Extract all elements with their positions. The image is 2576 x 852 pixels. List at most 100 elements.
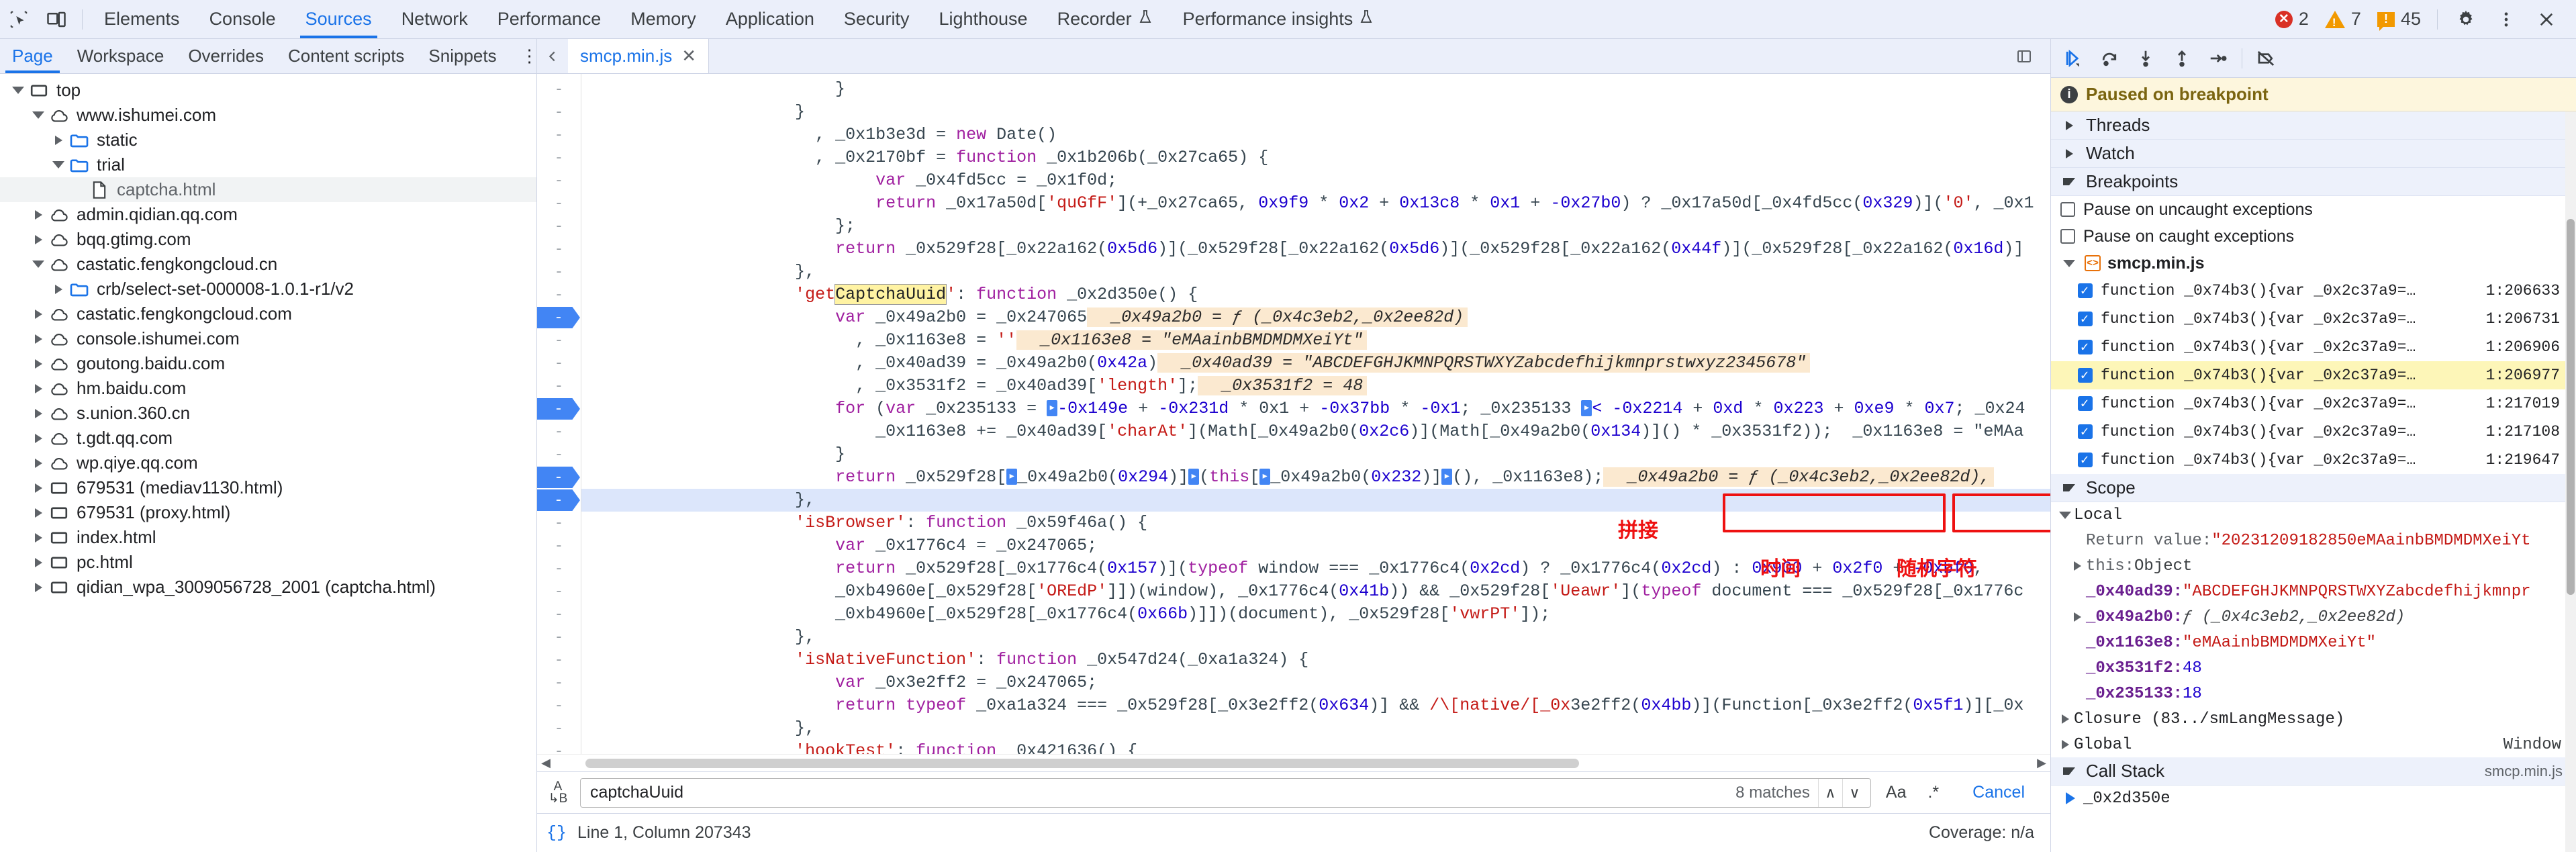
line-number[interactable]: - [537, 580, 581, 603]
tree-item[interactable]: castatic.fengkongcloud.com [0, 301, 536, 326]
tree-item[interactable]: index.html [0, 525, 536, 550]
line-number[interactable]: - [537, 124, 581, 146]
breakpoint-row[interactable]: function _0x74b3(){var _0x2c37a9=… 1:2069… [2051, 333, 2576, 361]
search-replace-icon[interactable]: A ↳B [544, 780, 572, 805]
code-line[interactable]: , _0x3531f2 = _0x40ad39['length']; _0x35… [581, 375, 2050, 397]
line-number[interactable]: - [537, 626, 581, 649]
chevron-down-icon[interactable] [9, 87, 27, 94]
breakpoint-checkbox[interactable] [2078, 338, 2093, 356]
breakpoint-marker[interactable]: - [537, 467, 580, 488]
tree-item[interactable]: hm.baidu.com [0, 376, 536, 401]
code-line[interactable]: _0x1163e8 += _0x40ad39['charAt'](Math[_0… [581, 420, 2050, 443]
step-over-next-function-call-icon[interactable] [2091, 43, 2128, 74]
warning-counter[interactable]: ! 7 [2318, 9, 2368, 30]
tab-console[interactable]: Console [195, 0, 291, 38]
line-number[interactable]: - [537, 169, 581, 192]
settings-gear-icon[interactable] [2447, 5, 2485, 34]
scope-entry[interactable]: _0x235133: 18 [2051, 681, 2576, 706]
code-line[interactable]: return _0x529f28[_0x22a162(0x5d6)](_0x52… [581, 238, 2050, 261]
step-out-of-current-function-icon[interactable] [2164, 43, 2200, 74]
close-icon[interactable]: ✕ [681, 46, 696, 66]
pretty-print-icon[interactable]: {} [546, 823, 577, 843]
code-line[interactable]: , _0x2170bf = function _0x1b206b(_0x27ca… [581, 146, 2050, 169]
tab-memory[interactable]: Memory [616, 0, 711, 38]
tree-item[interactable]: goutong.baidu.com [0, 351, 536, 376]
line-number[interactable]: - [537, 192, 581, 215]
line-number[interactable]: - [537, 603, 581, 626]
line-number[interactable]: - [537, 649, 581, 671]
line-number[interactable]: - [537, 329, 581, 352]
code-line[interactable]: }, [581, 261, 2050, 283]
section-scope[interactable]: Scope [2051, 474, 2576, 502]
horizontal-scroll-thumb[interactable] [585, 758, 1579, 768]
pause-uncaught-exceptions-row[interactable]: Pause on uncaught exceptions [2051, 196, 2576, 223]
section-call-stack[interactable]: Call Stack smcp.min.js [2051, 757, 2576, 786]
info-counter[interactable]: ! 45 [2371, 9, 2428, 31]
horizontal-scrollbar[interactable]: ◀ ▶ [537, 754, 2050, 771]
code-line[interactable]: _0xb4960e[_0x529f28[_0x1776c4(0x66b)]])(… [581, 603, 2050, 626]
chevron-right-icon[interactable] [30, 334, 47, 344]
code-line[interactable]: }, [581, 626, 2050, 649]
breakpoint-marker[interactable]: - [537, 307, 580, 328]
chevron-down-icon[interactable] [30, 261, 47, 268]
line-number[interactable]: - [537, 512, 581, 534]
breakpoint-marker[interactable]: - [537, 489, 580, 511]
line-number[interactable]: - [537, 443, 581, 466]
code-line[interactable]: var _0x4fd5cc = _0x1f0d; [581, 169, 2050, 192]
chevron-right-icon[interactable] [30, 508, 47, 518]
navigator-tab-overrides[interactable]: Overrides [176, 39, 276, 73]
chevron-right-icon[interactable] [30, 483, 47, 493]
line-number[interactable]: - [537, 534, 581, 557]
tree-item[interactable]: bqq.gtimg.com [0, 227, 536, 252]
search-input[interactable] [585, 783, 1736, 802]
scope-entry[interactable]: this: Object [2051, 553, 2576, 579]
line-number[interactable]: - [537, 283, 581, 306]
chevron-right-icon[interactable] [30, 532, 47, 542]
chevron-right-icon[interactable] [30, 582, 47, 592]
tree-item[interactable]: trial [0, 152, 536, 177]
code-line[interactable]: , _0x1163e8 = '' _0x1163e8 = "eMAainbBMD… [581, 329, 2050, 352]
breakpoint-checkbox[interactable] [2078, 451, 2093, 469]
code-line[interactable]: }, [581, 717, 2050, 740]
tab-lighthouse[interactable]: Lighthouse [924, 0, 1042, 38]
chevron-right-icon[interactable] [2068, 561, 2086, 571]
section-watch[interactable]: Watch [2051, 140, 2576, 168]
error-counter[interactable]: ✕ 2 [2269, 9, 2316, 30]
code-line[interactable]: _0xb4960e[_0x529f28['OREdP']])(window), … [581, 580, 2050, 603]
tab-recorder[interactable]: Recorder [1043, 0, 1168, 38]
breakpoint-row[interactable]: function _0x74b3(){var _0x2c37a9=… 1:2069… [2051, 361, 2576, 389]
line-number[interactable]: - [537, 261, 581, 283]
code-line[interactable]: 'getCaptchaUuid': function _0x2d350e() { [581, 283, 2050, 306]
scope-global-group[interactable]: Global Window [2051, 732, 2576, 757]
line-number[interactable]: - [537, 489, 581, 512]
line-number[interactable]: - [537, 717, 581, 740]
section-breakpoints[interactable]: Breakpoints [2051, 168, 2576, 196]
chevron-right-icon[interactable] [30, 359, 47, 369]
chevron-down-icon[interactable] [30, 111, 47, 119]
inspect-element-icon[interactable] [0, 5, 38, 34]
scope-entry[interactable]: _0x49a2b0: ƒ (_0x4c3eb2,_0x2ee82d) [2051, 604, 2576, 630]
more-options-icon[interactable] [2487, 5, 2525, 34]
line-number[interactable]: - [537, 352, 581, 375]
chevron-right-icon[interactable] [30, 408, 47, 418]
navigator-tab-content-scripts[interactable]: Content scripts [276, 39, 416, 73]
deactivate-breakpoints-icon[interactable] [2248, 43, 2284, 74]
breakpoint-checkbox[interactable] [2078, 282, 2093, 299]
navigator-tab-page[interactable]: Page [0, 39, 65, 73]
match-case-toggle[interactable]: Aa [1879, 783, 1913, 802]
scroll-left-icon[interactable]: ◀ [537, 756, 555, 770]
debugger-scroll-thumb[interactable] [2567, 219, 2575, 595]
toggle-device-toolbar-icon[interactable] [38, 5, 75, 34]
tree-item[interactable]: top [0, 78, 536, 103]
step-icon[interactable] [2200, 43, 2236, 74]
tree-item[interactable]: 679531 (mediav1130.html) [0, 475, 536, 500]
code-line[interactable]: return typeof _0xa1a324 === _0x529f28[_0… [581, 694, 2050, 717]
regex-toggle[interactable]: .* [1921, 783, 1946, 802]
code-line[interactable]: } [581, 443, 2050, 466]
tab-performance[interactable]: Performance [483, 0, 616, 38]
line-number[interactable]: - [537, 694, 581, 717]
search-prev-button[interactable]: ∧ [1817, 778, 1842, 807]
pause-uncaught-checkbox[interactable] [2060, 202, 2075, 217]
tab-elements[interactable]: Elements [89, 0, 195, 38]
breakpoint-file-group[interactable]: <> smcp.min.js [2051, 250, 2576, 277]
